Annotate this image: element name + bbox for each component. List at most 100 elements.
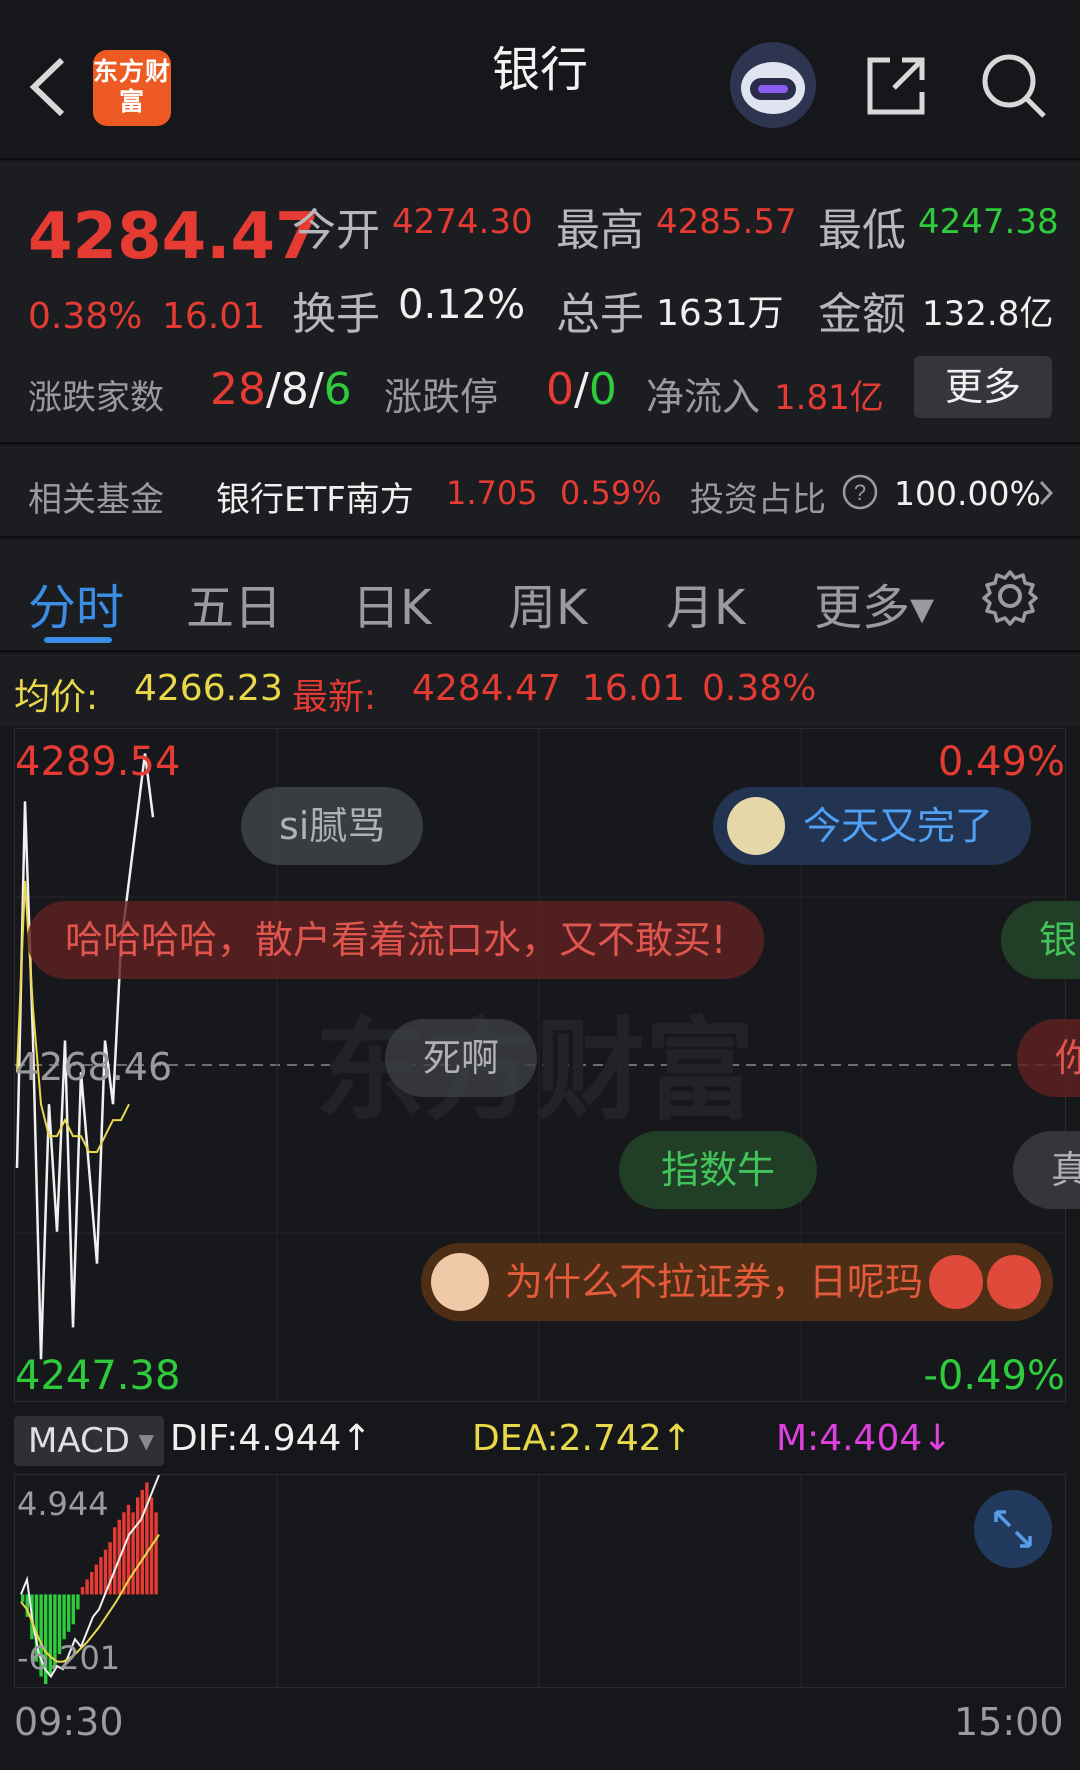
low-label: 最低 <box>818 205 906 256</box>
change-percent: 0.38% <box>28 296 143 337</box>
danmu-comment[interactable]: si腻骂 <box>241 787 424 865</box>
fund-percent: 0.59% <box>560 474 662 512</box>
macd-bar <box>113 1527 117 1595</box>
latest-label: 最新: <box>292 677 377 718</box>
high-value: 4285.57 <box>656 202 797 242</box>
help-icon[interactable]: ? <box>842 474 878 510</box>
angry-emoji-icon <box>987 1255 1042 1309</box>
tab-monthly-k[interactable]: 月K <box>666 568 745 638</box>
danmu-comment[interactable]: 死啊 <box>385 1019 538 1097</box>
x-end-label: 15:00 <box>954 1700 1064 1744</box>
danmu-comment[interactable]: 指数牛 <box>619 1131 818 1209</box>
turnover-label: 换手 <box>292 289 380 340</box>
macd-bar <box>71 1594 75 1625</box>
ratio-label: 投资占比 <box>690 480 826 520</box>
macd-bar <box>122 1512 126 1595</box>
intraday-chart[interactable]: 东方财富 4289.54 0.49% 4268.46 4247.38 -0.49… <box>14 728 1080 1402</box>
macd-chart-svg <box>20 1475 802 1687</box>
page-title: 银行 <box>491 42 588 98</box>
latest-change: 16.01 <box>582 668 686 709</box>
dropdown-arrow-icon: ▼ <box>138 1429 154 1453</box>
more-button[interactable]: 更多 <box>914 356 1052 418</box>
danmu-comment[interactable]: 银 <box>1001 901 1080 979</box>
macd-bar <box>94 1564 98 1595</box>
open-value: 4274.30 <box>392 202 533 242</box>
pct-min-label: -0.49% <box>923 1353 1065 1399</box>
x-start-label: 09:30 <box>14 1700 124 1744</box>
robot-avatar-icon[interactable] <box>730 42 816 128</box>
macd-max-label: 4.944 <box>17 1485 109 1523</box>
watermark: 东方财富 <box>315 1007 755 1135</box>
tab-daily-k[interactable]: 日K <box>352 568 431 638</box>
gear-icon[interactable] <box>980 566 1040 626</box>
low-value: 4247.38 <box>918 202 1059 242</box>
macd-bar <box>85 1579 89 1595</box>
breadth-values: 28/8/6 <box>210 364 352 415</box>
macd-bar <box>62 1594 66 1640</box>
tab-indicator <box>44 637 112 643</box>
fund-label: 相关基金 <box>28 480 164 520</box>
chevron-right-icon[interactable] <box>1036 478 1056 508</box>
limit-values: 0/0 <box>546 364 617 415</box>
turnover-value: 0.12% <box>398 282 526 328</box>
pct-max-label: 0.49% <box>937 739 1065 785</box>
avg-label: 均价: <box>14 677 99 718</box>
macd-min-label: -6.201 <box>17 1639 121 1677</box>
avg-value: 4266.23 <box>134 668 283 709</box>
search-icon[interactable] <box>978 50 1048 120</box>
amount-value: 132.8亿 <box>922 294 1054 334</box>
svg-text:?: ? <box>854 480 866 505</box>
danmu-comment[interactable]: 为什么不拉证券，日呢玛 <box>421 1243 1054 1321</box>
app-logo: 东方财富 <box>93 50 171 126</box>
macd-dif: DIF:4.944↑ <box>170 1418 372 1459</box>
fund-name[interactable]: 银行ETF南方 <box>216 472 414 521</box>
share-icon[interactable] <box>860 50 930 120</box>
high-label: 最高 <box>556 205 644 256</box>
macd-bar <box>154 1512 158 1595</box>
macd-bar <box>145 1482 149 1595</box>
danmu-comment[interactable]: 哈哈哈哈，散户看着流口水，又不敢买! <box>27 901 765 979</box>
inflow-label: 净流入 <box>646 375 761 419</box>
macd-bar <box>76 1594 80 1610</box>
indicator-select[interactable]: MACD ▼ <box>14 1416 164 1466</box>
tab-weekly-k[interactable]: 周K <box>508 568 587 638</box>
macd-bar <box>136 1497 140 1595</box>
y-max-label: 4289.54 <box>15 739 181 785</box>
fund-price: 1.705 <box>446 474 538 512</box>
macd-chart[interactable]: 4.944 -6.201 <box>14 1474 1066 1688</box>
latest-value: 4284.47 <box>412 668 561 709</box>
macd-bar <box>90 1572 94 1595</box>
macd-bar <box>80 1586 85 1595</box>
danmu-comment[interactable]: 今天又完了 <box>713 787 1032 865</box>
macd-header: MACD ▼ DIF:4.944↑ DEA:2.742↑ M:4.404↓ <box>0 1404 1080 1474</box>
chevron-left-icon[interactable] <box>24 52 74 122</box>
angry-emoji-icon <box>929 1255 984 1309</box>
macd-bar <box>99 1557 103 1595</box>
y-mid-label: 4268.46 <box>15 1045 173 1089</box>
latest-percent: 0.38% <box>702 668 817 709</box>
macd-dea: DEA:2.742↑ <box>472 1418 692 1459</box>
breadth-label: 涨跌家数 <box>28 378 164 418</box>
tab-intraday[interactable]: 分时 <box>28 568 124 638</box>
expand-icon[interactable] <box>974 1490 1052 1568</box>
tab-more[interactable]: 更多▾ <box>814 568 934 638</box>
price-summary-row: 均价: 4266.23 最新: 4284.47 16.01 0.38% <box>0 654 1080 726</box>
amount-label: 金额 <box>818 289 906 340</box>
volume-value: 1631万 <box>656 293 784 334</box>
inflow-value: 1.81亿 <box>774 378 884 418</box>
y-min-label: 4247.38 <box>15 1353 181 1399</box>
cartoon-avatar-icon <box>431 1253 489 1311</box>
ratio-value: 100.00% <box>894 474 1041 513</box>
tab-five-day[interactable]: 五日 <box>186 568 282 638</box>
macd-bar <box>131 1512 135 1595</box>
period-tabs: 分时 五日 日K 周K 月K 更多▾ <box>0 540 1080 652</box>
macd-bar <box>21 1594 25 1602</box>
volume-label: 总手 <box>556 289 644 340</box>
macd-m: M:4.404↓ <box>776 1418 953 1459</box>
current-price: 4284.47 <box>28 200 320 274</box>
macd-bar <box>67 1594 71 1632</box>
open-label: 今开 <box>292 205 380 256</box>
limit-label: 涨跌停 <box>384 375 499 419</box>
macd-bar <box>140 1489 144 1595</box>
change-amount: 16.01 <box>162 296 266 337</box>
